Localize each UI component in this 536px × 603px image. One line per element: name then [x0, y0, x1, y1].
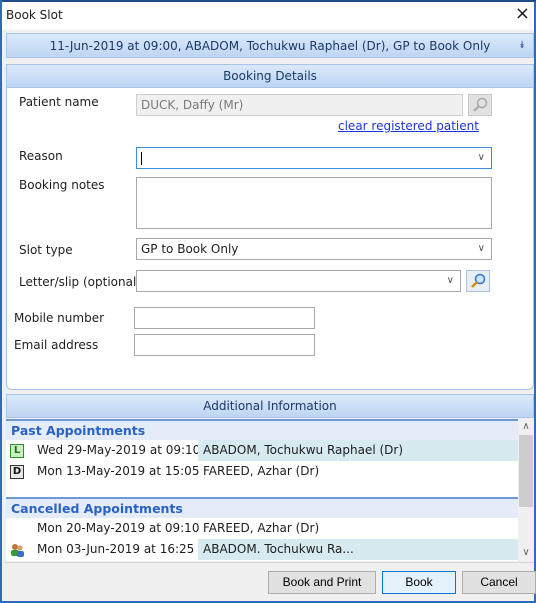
cancelled-appointments-header: Cancelled Appointments: [6, 497, 518, 518]
appointment-date: Mon 03-Jun-2019 at 16:25: [37, 542, 195, 556]
clear-registered-patient-link[interactable]: clear registered patient: [338, 119, 479, 133]
magnifier-icon: [471, 273, 486, 288]
chevron-down-icon[interactable]: ∨: [447, 271, 454, 291]
letter-slip-select[interactable]: ∨: [136, 270, 461, 292]
magnifier-icon: [473, 97, 488, 112]
dialog-footer: Book and Print Book Cancel: [4, 562, 536, 601]
appointment-clinician: ABADOM, Tochukwu Raphael (Dr): [198, 440, 518, 461]
past-appointments-header: Past Appointments: [6, 419, 518, 440]
scrollbar-thumb[interactable]: [519, 435, 533, 507]
booking-notes-textarea[interactable]: [136, 177, 492, 229]
booking-notes-label: Booking notes: [19, 178, 105, 192]
scroll-up-icon[interactable]: ∧: [518, 419, 534, 435]
reason-label: Reason: [19, 149, 63, 163]
appointment-clinician: FAREED, Azhar (Dr): [203, 464, 320, 478]
chevron-down-icon[interactable]: ∨: [478, 239, 485, 259]
letter-d-status-icon: D: [10, 465, 24, 479]
scroll-down-icon[interactable]: ∨: [518, 545, 534, 561]
slot-summary-header[interactable]: 11-Jun-2019 at 09:00, ABADOM, Tochukwu R…: [6, 33, 534, 58]
booking-details-panel: Patient name DUCK, Daffy (Mr) clear regi…: [6, 88, 534, 390]
mobile-number-input[interactable]: [134, 307, 315, 329]
booking-details-header[interactable]: Booking Details: [6, 64, 534, 88]
appointment-date: Mon 13-May-2019 at 15:05: [37, 464, 200, 478]
letter-slip-label: Letter/slip (optional): [19, 275, 141, 289]
book-and-print-button[interactable]: Book and Print: [268, 571, 376, 594]
patient-name-label: Patient name: [19, 95, 99, 109]
list-item[interactable]: L Wed 29-May-2019 at 09:10 ABADOM, Tochu…: [6, 440, 518, 461]
additional-information-title: Additional Information: [203, 399, 337, 413]
chevron-down-icon[interactable]: ∨: [478, 148, 485, 168]
reason-combobox[interactable]: ∨: [136, 147, 492, 169]
list-item[interactable]: Mon 20-May-2019 at 09:10 FAREED, Azhar (…: [6, 518, 518, 539]
cancel-button[interactable]: Cancel: [462, 571, 536, 594]
letter-search-button[interactable]: [466, 270, 490, 292]
email-address-label: Email address: [14, 338, 99, 352]
email-address-input[interactable]: [134, 334, 315, 356]
book-slot-dialog: Book Slot × 11-Jun-2019 at 09:00, ABADOM…: [0, 0, 536, 603]
slot-type-select[interactable]: GP to Book Only ∨: [136, 238, 492, 260]
patient-search-button: [468, 94, 492, 116]
appointment-clinician: FAREED, Azhar (Dr): [203, 521, 320, 535]
slot-summary-text: 11-Jun-2019 at 09:00, ABADOM, Tochukwu R…: [49, 39, 491, 53]
slot-type-label: Slot type: [19, 243, 73, 257]
list-item[interactable]: Mon 03-Jun-2019 at 16:25 ABADOM. Tochukw…: [6, 539, 518, 560]
appointments-scrollbar[interactable]: ∧ ∨: [518, 419, 534, 561]
people-icon: [11, 544, 24, 557]
letter-l-status-icon: L: [10, 444, 24, 458]
slot-type-value: GP to Book Only: [141, 242, 239, 256]
text-cursor: [141, 152, 142, 165]
patient-name-field: DUCK, Daffy (Mr): [136, 94, 463, 116]
close-icon[interactable]: ×: [515, 5, 530, 23]
appointments-list: Past Appointments L Wed 29-May-2019 at 0…: [6, 419, 518, 561]
title-bar: Book Slot ×: [2, 2, 534, 30]
list-item[interactable]: D Mon 13-May-2019 at 15:05 FAREED, Azhar…: [6, 461, 518, 482]
mobile-number-label: Mobile number: [14, 311, 105, 325]
book-button[interactable]: Book: [382, 571, 456, 594]
appointment-date: Wed 29-May-2019 at 09:10: [37, 443, 201, 457]
double-chevron-down-icon[interactable]: ⯯: [519, 34, 525, 58]
booking-details-title: Booking Details: [223, 69, 317, 83]
window-title: Book Slot: [6, 8, 63, 22]
additional-information-header[interactable]: Additional Information: [6, 394, 534, 418]
appointment-date: Mon 20-May-2019 at 09:10: [37, 521, 200, 535]
appointment-clinician: ABADOM. Tochukwu Ra...: [198, 539, 518, 560]
